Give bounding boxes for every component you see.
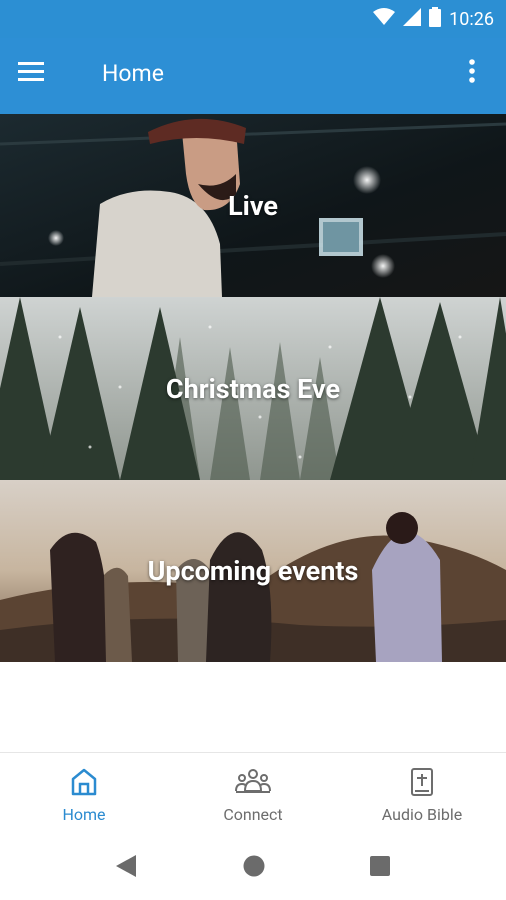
nav-label-audio-bible: Audio Bible [381,805,463,824]
upcoming-events-card-title: Upcoming events [147,555,359,587]
nav-label-home: Home [62,805,106,824]
people-icon [235,769,271,793]
status-bar: 10:26 [0,0,506,38]
hamburger-icon [18,62,44,81]
home-icon [71,768,97,796]
home-system-button[interactable] [243,855,265,877]
recents-button[interactable] [370,856,390,876]
app-bar: Home [0,38,506,114]
nav-item-connect[interactable]: Connect [169,753,337,837]
back-button[interactable] [116,855,136,877]
menu-button[interactable] [18,60,62,94]
nav-item-audio-bible[interactable]: Audio Bible [338,753,506,837]
more-vertical-icon [469,59,475,83]
system-nav-bar [0,836,506,900]
christmas-eve-card-title: Christmas Eve [165,372,341,405]
page-title: Home [102,60,164,87]
back-icon [116,855,136,877]
status-time: 10:26 [449,8,494,30]
nav-label-connect: Connect [223,805,283,824]
wifi-icon [373,8,396,30]
more-options-button[interactable] [468,58,492,92]
home-circle-icon [243,855,265,877]
bottom-nav: Home Connect Audio Bible [0,752,506,836]
upcoming-events-card[interactable]: Upcoming events [0,480,506,662]
nav-item-home[interactable]: Home [0,753,168,837]
live-card-title: Live [228,189,278,222]
signal-icon [403,8,422,30]
battery-icon [429,7,442,31]
status-icons: 10:26 [373,6,494,32]
bible-icon [411,768,433,796]
christmas-eve-card[interactable]: Christmas Eve [0,297,506,480]
live-card[interactable]: Live [0,114,506,297]
recents-icon [370,856,390,876]
